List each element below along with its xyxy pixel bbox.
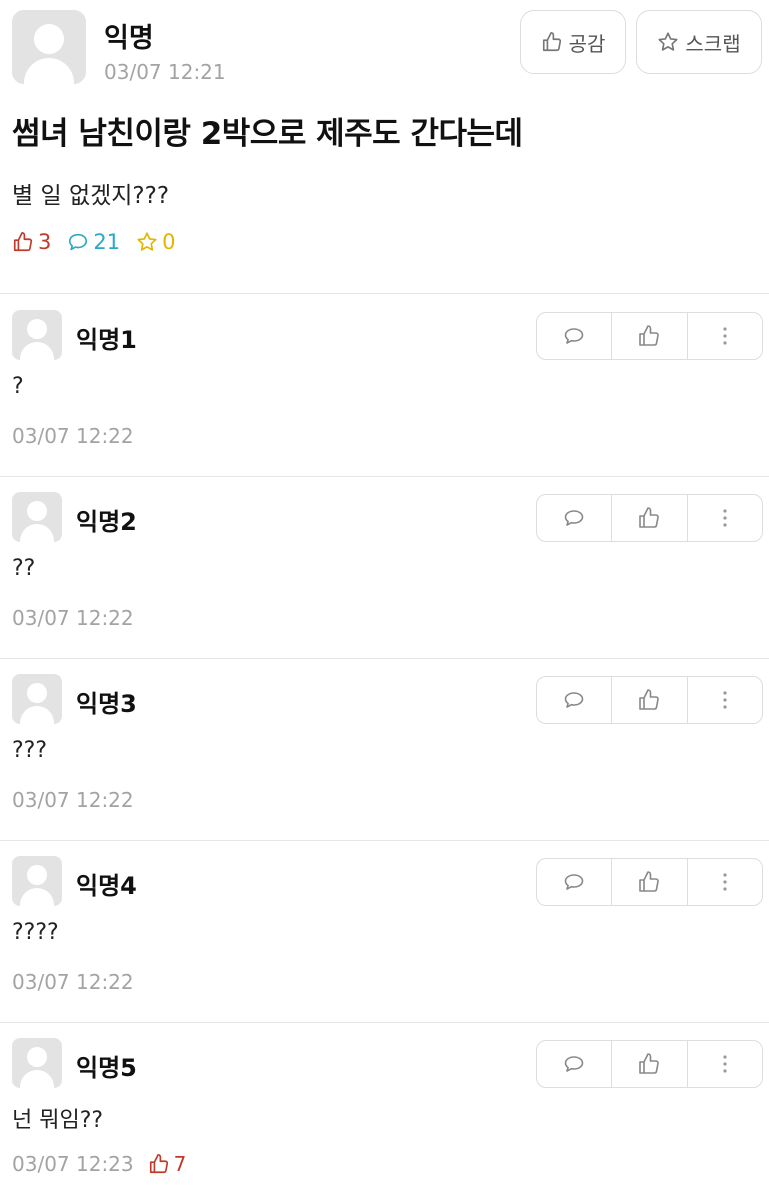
scrap-button[interactable]: 스크랩 xyxy=(636,10,762,74)
thumbs-up-icon xyxy=(148,1153,170,1175)
comment-author: 익명4 xyxy=(76,872,137,900)
comment-vote-value: 7 xyxy=(173,1152,187,1176)
post-body: 별 일 없겠지??? xyxy=(12,183,170,209)
comment-item: 익명3 ??? 03/07 12:22 xyxy=(0,658,769,840)
reply-button[interactable] xyxy=(537,313,611,359)
thumbs-up-icon xyxy=(637,324,661,348)
thumbs-up-icon xyxy=(637,688,661,712)
comment-meta: 03/07 12:22 xyxy=(12,606,134,630)
thumbs-up-icon xyxy=(12,231,34,253)
comment-avatar xyxy=(12,492,62,542)
more-button[interactable] xyxy=(686,1041,762,1087)
comment-author: 익명3 xyxy=(76,690,137,718)
comment-actions xyxy=(536,494,763,542)
reply-icon xyxy=(562,324,586,348)
reply-button[interactable] xyxy=(537,859,611,905)
comment-author: 익명2 xyxy=(76,508,137,536)
post-date: 03/07 12:21 xyxy=(104,60,226,84)
reply-icon xyxy=(562,870,586,894)
upvote-button[interactable] xyxy=(611,859,686,905)
post-stats: 3 21 0 xyxy=(12,230,191,254)
reply-button[interactable] xyxy=(537,677,611,723)
like-count-value: 3 xyxy=(38,230,52,254)
upvote-button[interactable] xyxy=(611,495,686,541)
star-icon xyxy=(136,231,158,253)
comment-date: 03/07 12:23 xyxy=(12,1152,134,1176)
more-vertical-icon xyxy=(713,506,737,530)
like-button-label: 공감 xyxy=(568,31,606,56)
more-button[interactable] xyxy=(686,677,762,723)
reply-icon xyxy=(562,688,586,712)
scrap-count: 0 xyxy=(136,230,175,254)
upvote-button[interactable] xyxy=(611,313,686,359)
comment-avatar xyxy=(12,674,62,724)
reply-icon xyxy=(562,1052,586,1076)
comment-vote-count: 7 xyxy=(148,1152,187,1176)
more-button[interactable] xyxy=(686,495,762,541)
comment-item: 익명5 넌 뭐임?? 03/07 12:23 7 xyxy=(0,1022,769,1185)
comment-meta: 03/07 12:22 xyxy=(12,970,134,994)
comment-avatar xyxy=(12,856,62,906)
like-button[interactable]: 공감 xyxy=(520,10,626,74)
scrap-button-label: 스크랩 xyxy=(685,31,741,56)
reply-button[interactable] xyxy=(537,495,611,541)
scrap-count-value: 0 xyxy=(162,230,176,254)
comment-date: 03/07 12:22 xyxy=(12,970,134,994)
comment-item: 익명2 ?? 03/07 12:22 xyxy=(0,476,769,658)
more-vertical-icon xyxy=(713,324,737,348)
comment-item: 익명4 ???? 03/07 12:22 xyxy=(0,840,769,1022)
speech-bubble-icon xyxy=(67,231,89,253)
comment-author: 익명1 xyxy=(76,326,137,354)
comment-date: 03/07 12:22 xyxy=(12,424,134,448)
comment-meta: 03/07 12:23 7 xyxy=(12,1152,186,1176)
comment-text: ??? xyxy=(12,738,48,763)
more-vertical-icon xyxy=(713,688,737,712)
comment-actions xyxy=(536,1040,763,1088)
comment-text: ???? xyxy=(12,920,59,945)
thumbs-up-icon xyxy=(637,1052,661,1076)
comment-item: 익명1 ? 03/07 12:22 xyxy=(0,294,769,476)
upvote-button[interactable] xyxy=(611,1041,686,1087)
comment-actions xyxy=(536,312,763,360)
more-button[interactable] xyxy=(686,859,762,905)
more-button[interactable] xyxy=(686,313,762,359)
comment-count: 21 xyxy=(67,230,120,254)
like-count: 3 xyxy=(12,230,51,254)
post-title: 썸녀 남친이랑 2박으로 제주도 간다는데 xyxy=(12,116,523,152)
comment-text: 넌 뭐임?? xyxy=(12,1108,104,1133)
reply-icon xyxy=(562,506,586,530)
comment-meta: 03/07 12:22 xyxy=(12,788,134,812)
comment-actions xyxy=(536,858,763,906)
more-vertical-icon xyxy=(713,1052,737,1076)
comment-text: ?? xyxy=(12,556,36,581)
thumbs-up-icon xyxy=(541,31,563,53)
comment-actions xyxy=(536,676,763,724)
comment-count-value: 21 xyxy=(93,230,121,254)
upvote-button[interactable] xyxy=(611,677,686,723)
thumbs-up-icon xyxy=(637,506,661,530)
reply-button[interactable] xyxy=(537,1041,611,1087)
more-vertical-icon xyxy=(713,870,737,894)
author-avatar xyxy=(12,10,86,84)
comment-avatar xyxy=(12,1038,62,1088)
comment-date: 03/07 12:22 xyxy=(12,606,134,630)
thumbs-up-icon xyxy=(637,870,661,894)
comment-meta: 03/07 12:22 xyxy=(12,424,134,448)
comment-date: 03/07 12:22 xyxy=(12,788,134,812)
post-author: 익명 xyxy=(104,23,154,54)
post-header: 익명 03/07 12:21 공감 스크랩 xyxy=(0,0,769,92)
comment-author: 익명5 xyxy=(76,1054,137,1082)
comment-avatar xyxy=(12,310,62,360)
comment-text: ? xyxy=(12,374,24,399)
star-icon xyxy=(657,31,679,53)
